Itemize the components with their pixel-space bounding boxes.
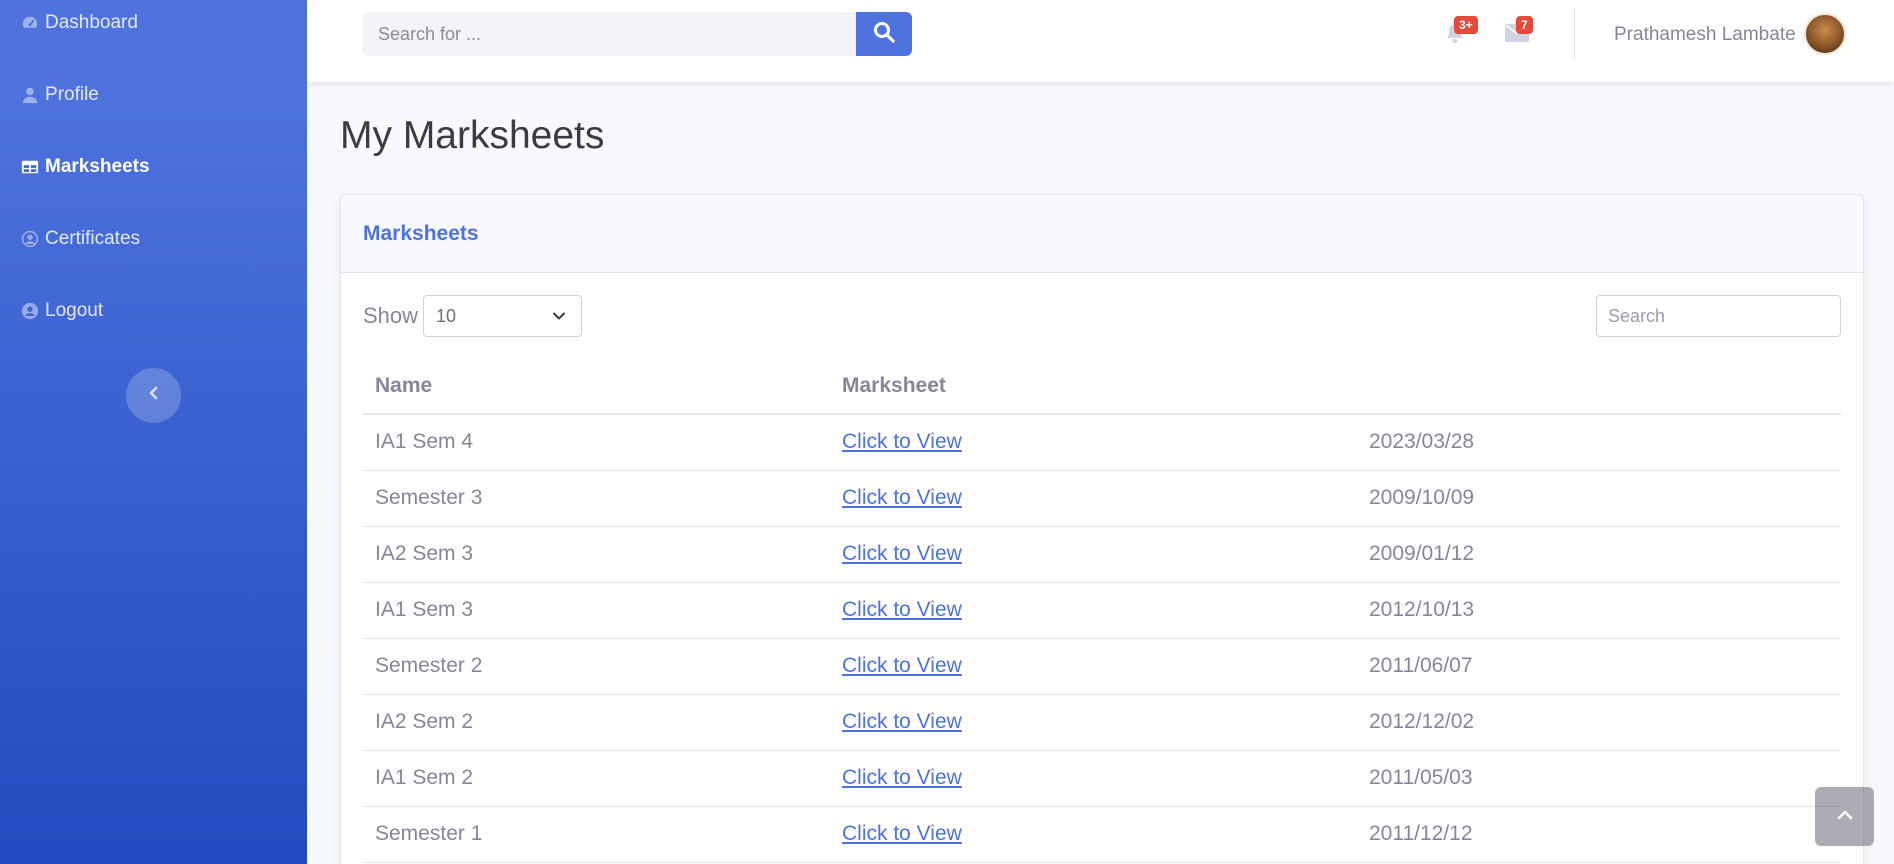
- table-row: IA1 Sem 2 Click to View 2011/05/03: [363, 750, 1841, 807]
- entries-select[interactable]: 10: [423, 295, 582, 337]
- search-button[interactable]: [856, 12, 912, 56]
- view-marksheet-link[interactable]: Click to View: [842, 486, 962, 509]
- chevron-up-icon: [1836, 808, 1854, 826]
- chevron-down-icon: [551, 308, 567, 329]
- sidebar: Dashboard Profile Marksheets Certificate…: [0, 0, 307, 864]
- table-row: Semester 3 Click to View 2009/10/09: [363, 470, 1841, 527]
- row-link-cell: Click to View: [830, 694, 1357, 751]
- row-date: 2011/12/12: [1357, 806, 1841, 863]
- column-header-name[interactable]: Name: [363, 358, 830, 415]
- search-icon: [873, 21, 895, 48]
- row-date: 2009/10/09: [1357, 470, 1841, 527]
- table-row: IA1 Sem 4 Click to View 2023/03/28: [363, 414, 1841, 471]
- row-name: IA1 Sem 4: [363, 414, 830, 471]
- marksheets-card: Marksheets Show 10 Name Marksheet IA1 Se…: [340, 194, 1864, 864]
- tachometer-icon: [21, 14, 39, 32]
- sidebar-item-label: Profile: [45, 84, 99, 105]
- topbar: 3+ 7 Prathamesh Lambate: [307, 0, 1894, 82]
- column-header-marksheet[interactable]: Marksheet: [830, 358, 1357, 415]
- row-name: Semester 1: [363, 806, 830, 863]
- messages-button[interactable]: 7: [1502, 16, 1533, 50]
- table-icon: [21, 158, 39, 176]
- table-row: Semester 2 Click to View 2011/06/07: [363, 638, 1841, 695]
- row-link-cell: Click to View: [830, 750, 1357, 807]
- table-row: IA2 Sem 2 Click to View 2012/12/02: [363, 694, 1841, 751]
- sidebar-item-label: Dashboard: [45, 12, 138, 33]
- sidebar-item-label: Certificates: [45, 228, 141, 249]
- alerts-badge: 3+: [1454, 16, 1478, 34]
- sidebar-item-profile[interactable]: Profile: [0, 73, 307, 117]
- messages-badge: 7: [1516, 16, 1533, 34]
- table-row: Semester 1 Click to View 2011/12/12: [363, 806, 1841, 863]
- row-name: IA1 Sem 2: [363, 750, 830, 807]
- view-marksheet-link[interactable]: Click to View: [842, 766, 962, 789]
- page-title: My Marksheets: [340, 114, 605, 157]
- search-input[interactable]: [362, 12, 856, 56]
- row-date: 2012/12/02: [1357, 694, 1841, 751]
- sidebar-item-label: Logout: [45, 300, 104, 321]
- topbar-divider: [1574, 8, 1575, 60]
- row-name: IA1 Sem 3: [363, 582, 830, 639]
- alerts-button[interactable]: 3+: [1440, 16, 1478, 50]
- row-date: 2012/10/13: [1357, 582, 1841, 639]
- table-row: IA1 Sem 3 Click to View 2012/10/13: [363, 582, 1841, 639]
- row-name: IA2 Sem 2: [363, 694, 830, 751]
- avatar[interactable]: [1804, 13, 1846, 55]
- scroll-to-top-button[interactable]: [1815, 787, 1874, 846]
- row-date: 2023/03/28: [1357, 414, 1841, 471]
- sidebar-item-dashboard[interactable]: Dashboard: [0, 1, 307, 45]
- row-name: Semester 2: [363, 638, 830, 695]
- topbar-search: [362, 12, 919, 56]
- view-marksheet-link[interactable]: Click to View: [842, 542, 962, 565]
- show-entries-label: Show: [363, 303, 419, 328]
- view-marksheet-link[interactable]: Click to View: [842, 598, 962, 621]
- marksheets-table: Name Marksheet IA1 Sem 4 Click to View 2…: [363, 358, 1841, 863]
- row-link-cell: Click to View: [830, 582, 1357, 639]
- row-date: 2009/01/12: [1357, 526, 1841, 583]
- chevron-left-icon: [147, 386, 161, 405]
- card-header: Marksheets: [341, 195, 1863, 273]
- row-name: IA2 Sem 3: [363, 526, 830, 583]
- row-date: 2011/06/07: [1357, 638, 1841, 695]
- table-row: IA2 Sem 3 Click to View 2009/01/12: [363, 526, 1841, 583]
- card-title: Marksheets: [363, 221, 479, 245]
- row-link-cell: Click to View: [830, 414, 1357, 471]
- table-search-input[interactable]: [1596, 295, 1841, 337]
- user-circle-icon: [21, 230, 39, 248]
- view-marksheet-link[interactable]: Click to View: [842, 654, 962, 677]
- user-circle-icon: [21, 302, 39, 320]
- view-marksheet-link[interactable]: Click to View: [842, 430, 962, 453]
- user-name[interactable]: Prathamesh Lambate: [1614, 24, 1796, 46]
- row-link-cell: Click to View: [830, 638, 1357, 695]
- row-link-cell: Click to View: [830, 806, 1357, 863]
- row-date: 2011/05/03: [1357, 750, 1841, 807]
- view-marksheet-link[interactable]: Click to View: [842, 822, 962, 845]
- table-header-row: Name Marksheet: [363, 358, 1841, 415]
- row-link-cell: Click to View: [830, 526, 1357, 583]
- column-header-date[interactable]: [1357, 358, 1841, 415]
- sidebar-toggle-button[interactable]: [126, 368, 181, 423]
- entries-select-value: 10: [436, 305, 457, 326]
- sidebar-item-label: Marksheets: [45, 156, 150, 177]
- row-link-cell: Click to View: [830, 470, 1357, 527]
- row-name: Semester 3: [363, 470, 830, 527]
- sidebar-item-logout[interactable]: Logout: [0, 289, 307, 333]
- view-marksheet-link[interactable]: Click to View: [842, 710, 962, 733]
- sidebar-item-certificates[interactable]: Certificates: [0, 217, 307, 261]
- sidebar-item-marksheets[interactable]: Marksheets: [0, 145, 307, 189]
- user-icon: [21, 86, 39, 104]
